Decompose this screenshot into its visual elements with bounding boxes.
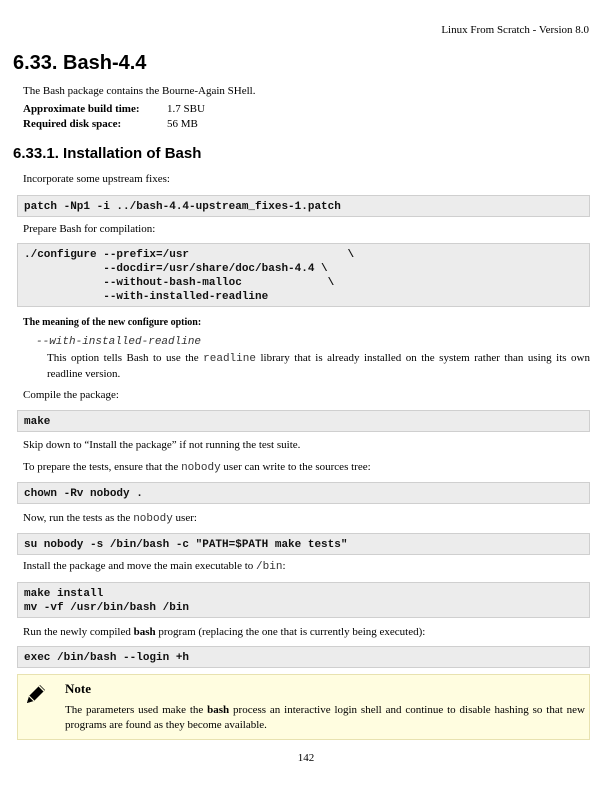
paragraph-prepare: Prepare Bash for compilation:: [23, 223, 156, 235]
build-time-label: Approximate build time:: [23, 103, 140, 115]
code-block-make: make: [17, 410, 590, 432]
note-text-1: The parameters used make the: [65, 704, 208, 716]
option-term: --with-installed-readline: [36, 336, 202, 348]
option-definition: This option tells Bash to use the readli…: [47, 351, 590, 382]
section-intro: The Bash package contains the Bourne-Aga…: [23, 85, 256, 97]
exec-bold: bash: [133, 626, 156, 638]
install-text-2: :: [282, 560, 286, 572]
code-block-su: su nobody -s /bin/bash -c "PATH=$PATH ma…: [17, 533, 590, 555]
meaning-title: The meaning of the new configure option:: [23, 317, 202, 328]
note-box: Note The parameters used make the bash p…: [17, 674, 590, 740]
option-def-code: readline: [203, 353, 256, 365]
option-def-text-1: This option tells Bash to use the: [47, 352, 204, 364]
tests-text-1: To prepare the tests, ensure that the: [23, 461, 182, 473]
pencil-icon: [27, 685, 45, 703]
note-title: Note: [65, 681, 91, 696]
note-bold: bash: [207, 704, 230, 716]
code-block-patch: patch -Np1 -i ../bash-4.4-upstream_fixes…: [17, 195, 590, 217]
paragraph-run-tests: Now, run the tests as the nobody user:: [23, 511, 197, 526]
install-code: /bin: [256, 561, 283, 573]
code-block-install: make install mv -vf /usr/bin/bash /bin: [17, 582, 590, 618]
run-text-2: user:: [172, 512, 197, 524]
build-info: Approximate build time: 1.7 SBU Required…: [23, 102, 205, 132]
run-text-1: Now, run the tests as the: [23, 512, 134, 524]
subsection-title: 6.33.1. Installation of Bash: [13, 145, 202, 162]
tests-code: nobody: [181, 462, 221, 474]
run-code: nobody: [133, 513, 173, 525]
install-text-1: Install the package and move the main ex…: [23, 560, 257, 572]
page-number: 142: [297, 752, 315, 764]
exec-text-2: program (replacing the one that is curre…: [155, 626, 426, 638]
page-header: Linux From Scratch - Version 8.0: [441, 24, 589, 36]
code-block-configure: ./configure --prefix=/usr \ --docdir=/us…: [17, 243, 590, 307]
section-title: 6.33. Bash-4.4: [13, 52, 147, 74]
exec-text-1: Run the newly compiled: [23, 626, 134, 638]
tests-text-2: user can write to the sources tree:: [220, 461, 371, 473]
paragraph-install: Install the package and move the main ex…: [23, 559, 286, 574]
note-text: The parameters used make the bash proces…: [65, 703, 585, 733]
code-block-exec: exec /bin/bash --login +h: [17, 646, 590, 668]
paragraph-exec: Run the newly compiled bash program (rep…: [23, 625, 425, 639]
paragraph-compile: Compile the package:: [23, 389, 119, 401]
paragraph-tests: To prepare the tests, ensure that the no…: [23, 460, 371, 475]
paragraph-fixes: Incorporate some upstream fixes:: [23, 173, 170, 185]
code-block-chown: chown -Rv nobody .: [17, 482, 590, 504]
disk-space-value: 56 MB: [167, 118, 198, 130]
paragraph-skip: Skip down to “Install the package” if no…: [23, 439, 301, 451]
disk-space-label: Required disk space:: [23, 118, 122, 130]
build-time-value: 1.7 SBU: [167, 103, 205, 115]
